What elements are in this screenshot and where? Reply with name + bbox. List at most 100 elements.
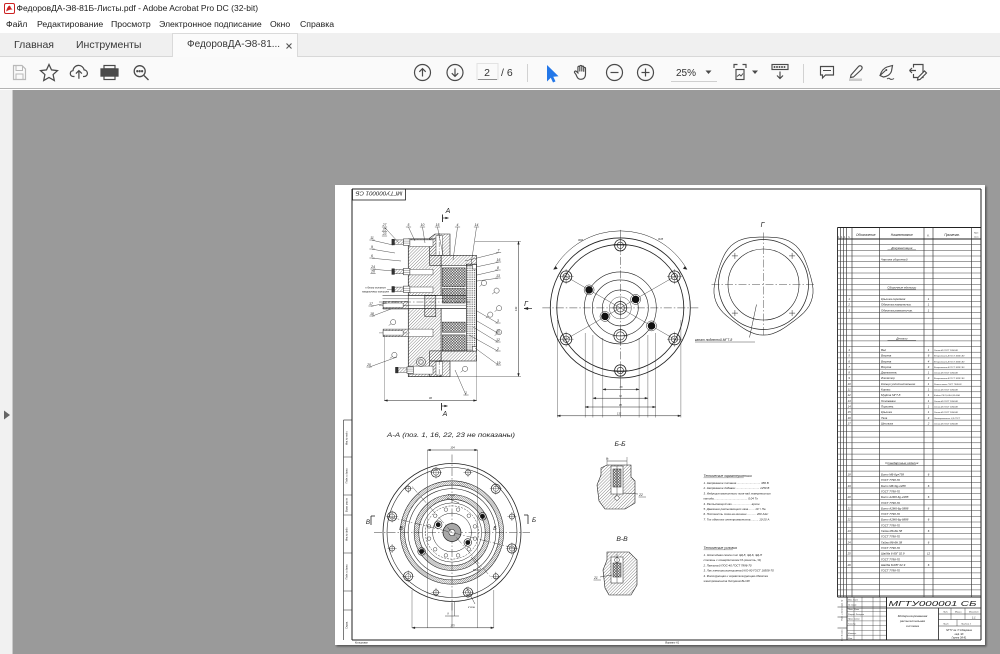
svg-text:Фторопласт-4 ГОСТ 10007-80: Фторопласт-4 ГОСТ 10007-80 [934, 355, 965, 358]
svg-text:13: 13 [496, 274, 500, 278]
svg-text:Сталь 45 ГОСТ 1050-88: Сталь 45 ГОСТ 1050-88 [934, 389, 958, 392]
svg-text:Держатель: Держатель [880, 371, 897, 375]
svg-text:6: 6 [927, 484, 929, 488]
svg-text:2: 2 [926, 422, 929, 426]
svg-text:175: 175 [450, 623, 455, 627]
svg-text:Инв.№ подл.: Инв.№ подл. [345, 431, 348, 446]
svg-text:1. Напряжение питания.........: 1. Напряжение питания...................… [703, 481, 768, 485]
svg-text:6: 6 [927, 495, 929, 499]
svg-text:14: 14 [847, 405, 851, 409]
svg-text:Детали: Детали [895, 337, 908, 341]
svg-text:20: 20 [366, 363, 371, 367]
svg-text:6: 6 [927, 506, 929, 510]
svg-text:распылительная: распылительная [898, 619, 924, 623]
svg-text:1: 1 [927, 388, 929, 392]
svg-text:Шпилька: Шпилька [881, 422, 893, 426]
svg-text:Масса: Масса [955, 612, 962, 614]
svg-text:Сталь 45 ГОСТ 1050-88: Сталь 45 ГОСТ 1050-88 [934, 423, 958, 426]
svg-text:ГОСТ 7798-70: ГОСТ 7798-70 [881, 523, 900, 527]
svg-text:А-А (поз. 1, 16, 22, 23 не пок: А-А (поз. 1, 16, 22, 23 не показаны) [385, 432, 514, 439]
svg-text:Сборочные единицы: Сборочные единицы [887, 286, 917, 290]
svg-text:А: А [444, 208, 450, 215]
svg-text:Стандартные изделия: Стандартные изделия [885, 461, 918, 465]
svg-text:9: 9 [371, 245, 373, 249]
svg-text:Технические условия: Технические условия [703, 546, 737, 550]
svg-text:Муфта МГТ-8: Муфта МГТ-8 [881, 393, 901, 397]
svg-text:Втулка: Втулка [881, 359, 892, 363]
svg-text:зона: зона [973, 237, 979, 239]
svg-text:2 отв.: 2 отв. [467, 606, 476, 609]
svg-text:6: 6 [848, 359, 850, 363]
svg-text:6: 6 [927, 540, 929, 544]
svg-text:Подп. Дата: Подп. Дата [848, 608, 860, 611]
svg-text:Фторопласт-4 ГОСТ 10007-80: Фторопласт-4 ГОСТ 10007-80 [934, 366, 965, 369]
svg-text:Кабель РК 0,5-95-0,25-22А: Кабель РК 0,5-95-0,25-22А [934, 394, 960, 397]
svg-text:4: 4 [927, 359, 929, 363]
svg-text:электромагнита битумом БН-98: электромагнита битумом БН-98 [703, 579, 750, 583]
svg-text:Чертеж сборочный: Чертеж сборочный [881, 257, 908, 261]
svg-text:1: 1 [927, 371, 929, 375]
svg-text:27: 27 [381, 223, 386, 227]
svg-text:4. Фиксирующая и герметизирующ: 4. Фиксирующая и герметизирующая обмотка [703, 574, 768, 578]
svg-text:24: 24 [370, 265, 375, 269]
svg-text:72: 72 [618, 394, 621, 398]
svg-text:Корпус: Корпус [881, 388, 891, 392]
svg-text:Пров. Сизов: Пров. Сизов [848, 619, 859, 621]
svg-text:Основание: Основание [881, 399, 896, 403]
svg-text:ГОСТ 7798-70: ГОСТ 7798-70 [881, 478, 900, 482]
svg-text:Втулка: Втулка [881, 354, 892, 358]
svg-text:2: 2 [847, 303, 850, 307]
svg-text:4. Распыляющий газ............: 4. Распыляющий газ......................… [703, 502, 759, 506]
svg-text:Гайка М6-6Н.58: Гайка М6-6Н.58 [881, 529, 903, 533]
svg-text:6: 6 [371, 254, 373, 258]
svg-text:5. Давление распыляющего газа.: 5. Давление распыляющего газа........ 10… [703, 507, 765, 511]
svg-text:20: 20 [846, 495, 851, 499]
svg-text:7: 7 [848, 365, 850, 369]
svg-text:Болт А2М6-6g-6888: Болт А2М6-6g-6888 [881, 518, 909, 522]
svg-text:ГОСТ 7798-70: ГОСТ 7798-70 [881, 546, 900, 550]
svg-text:21: 21 [846, 506, 851, 510]
svg-text:Изолятор: Изолятор [881, 376, 895, 380]
svg-text:95: 95 [618, 403, 621, 407]
svg-text:ГОСТ 7798-70: ГОСТ 7798-70 [881, 535, 900, 539]
svg-text:140: 140 [514, 306, 518, 311]
svg-text:Б-Б: Б-Б [614, 441, 626, 448]
svg-text:26: 26 [370, 270, 375, 274]
svg-text:К.: К. [927, 234, 930, 238]
svg-text:Г: Г [760, 222, 765, 229]
svg-text:132: 132 [616, 412, 621, 416]
svg-text:В: В [399, 526, 403, 532]
svg-text:5: 5 [407, 223, 409, 227]
svg-text:Кольцо уплотнительное: Кольцо уплотнительное [881, 382, 916, 386]
svg-text:Инв. № подл.: Инв. № подл. [840, 629, 843, 641]
svg-text:1: 1 [848, 297, 850, 301]
svg-text:9: 9 [848, 376, 850, 380]
svg-text:Обозначение: Обозначение [856, 233, 876, 237]
svg-text:Сталь 45 ГОСТ 1050-88: Сталь 45 ГОСТ 1050-88 [934, 349, 958, 352]
svg-text:В: В [365, 519, 369, 526]
svg-text:26: 26 [846, 563, 851, 567]
svg-text:Подп. и дата: Подп. и дата [345, 564, 348, 580]
svg-text:17: 17 [369, 302, 373, 306]
svg-text:48: 48 [619, 385, 622, 389]
svg-text:15: 15 [847, 410, 851, 414]
svg-text:Сталь 45 ГОСТ 1050-88: Сталь 45 ГОСТ 1050-88 [934, 400, 958, 403]
svg-text:1:1: 1:1 [972, 616, 976, 620]
svg-text:степень с отвердителем ГА (юно: степень с отвердителем ГА (юность, %) [703, 558, 761, 562]
svg-text:Взам. инв.№: Взам. инв.№ [345, 498, 348, 513]
svg-text:№ докум.: № докум. [848, 603, 857, 606]
svg-text:Подп. и дата: Подп. и дата [345, 468, 348, 484]
svg-text:В-В: В-В [616, 536, 628, 543]
svg-text:Сталь 45 ГОСТ 1050-88: Сталь 45 ГОСТ 1050-88 [934, 411, 958, 414]
svg-text:Электротехнич. 3,2 ГОСТ: Электротехнич. 3,2 ГОСТ [934, 418, 961, 420]
svg-text:2 отв.: 2 отв. [447, 494, 456, 497]
svg-text:2. Паяльный ПОС-40 ГОСТ 7896-7: 2. Паяльный ПОС-40 ГОСТ 7896-70 [702, 563, 751, 567]
svg-text:6: 6 [927, 354, 929, 358]
svg-text:8: 8 [447, 613, 449, 616]
svg-text:Инв.№ дубл.: Инв.№ дубл. [345, 527, 348, 541]
svg-text:Обмотка намагничив.: Обмотка намагничив. [881, 303, 912, 307]
svg-text:Модернизированная: Модернизированная [897, 614, 927, 618]
svg-text:Копировал: Копировал [355, 641, 368, 645]
svg-text:Фторопласт-4 ГОСТ 10007-80: Фторопласт-4 ГОСТ 10007-80 [934, 377, 965, 380]
svg-text:Разраб. Федоров: Разраб. Федоров [848, 613, 864, 616]
